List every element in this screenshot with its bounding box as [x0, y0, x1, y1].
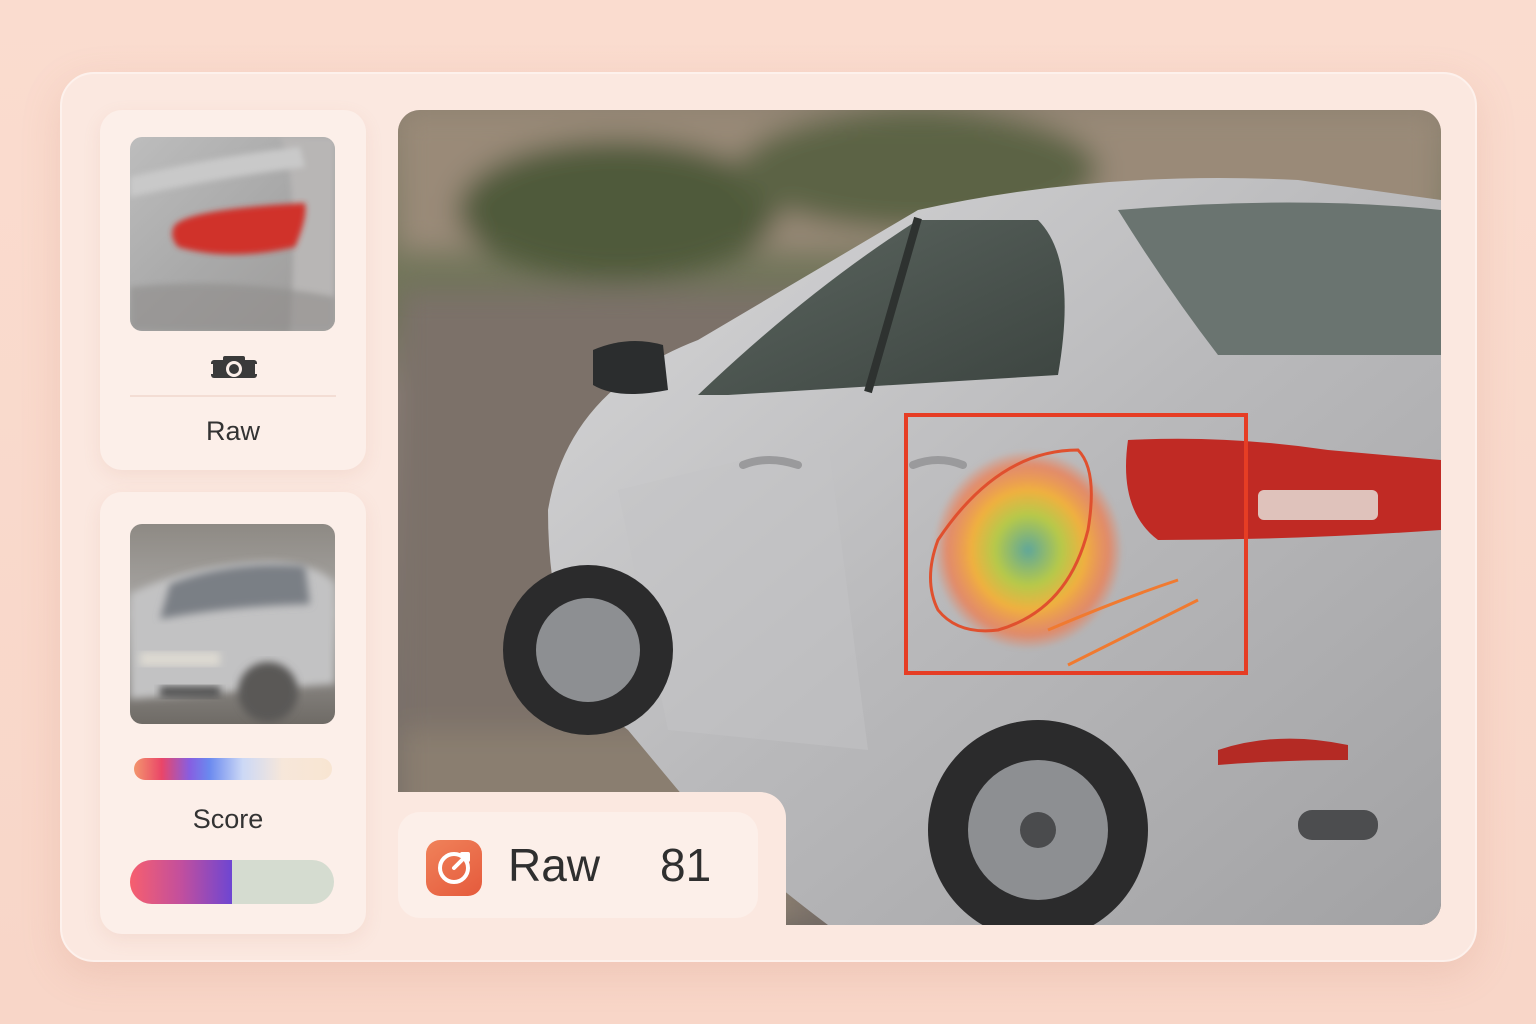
result-label: Raw [508, 839, 601, 891]
score-panel[interactable]: Score [100, 492, 366, 934]
target-icon [426, 840, 482, 896]
raw-thumbnail[interactable] [130, 137, 335, 331]
result-card: Raw 81 [382, 792, 786, 928]
color-spectrum [134, 758, 332, 780]
raw-label: Raw [205, 416, 260, 446]
score-fill [130, 860, 232, 904]
result-value: 81 [660, 839, 712, 891]
score-thumbnail[interactable] [130, 524, 335, 724]
score-label: Score [192, 804, 264, 834]
result-badge[interactable]: Raw 81 [398, 812, 758, 918]
main-frame: Raw Score Raw 81 [60, 72, 1477, 962]
raw-panel[interactable]: Raw [100, 110, 366, 470]
score-bar[interactable] [130, 860, 334, 904]
divider [130, 395, 336, 397]
camera-icon [209, 352, 259, 382]
